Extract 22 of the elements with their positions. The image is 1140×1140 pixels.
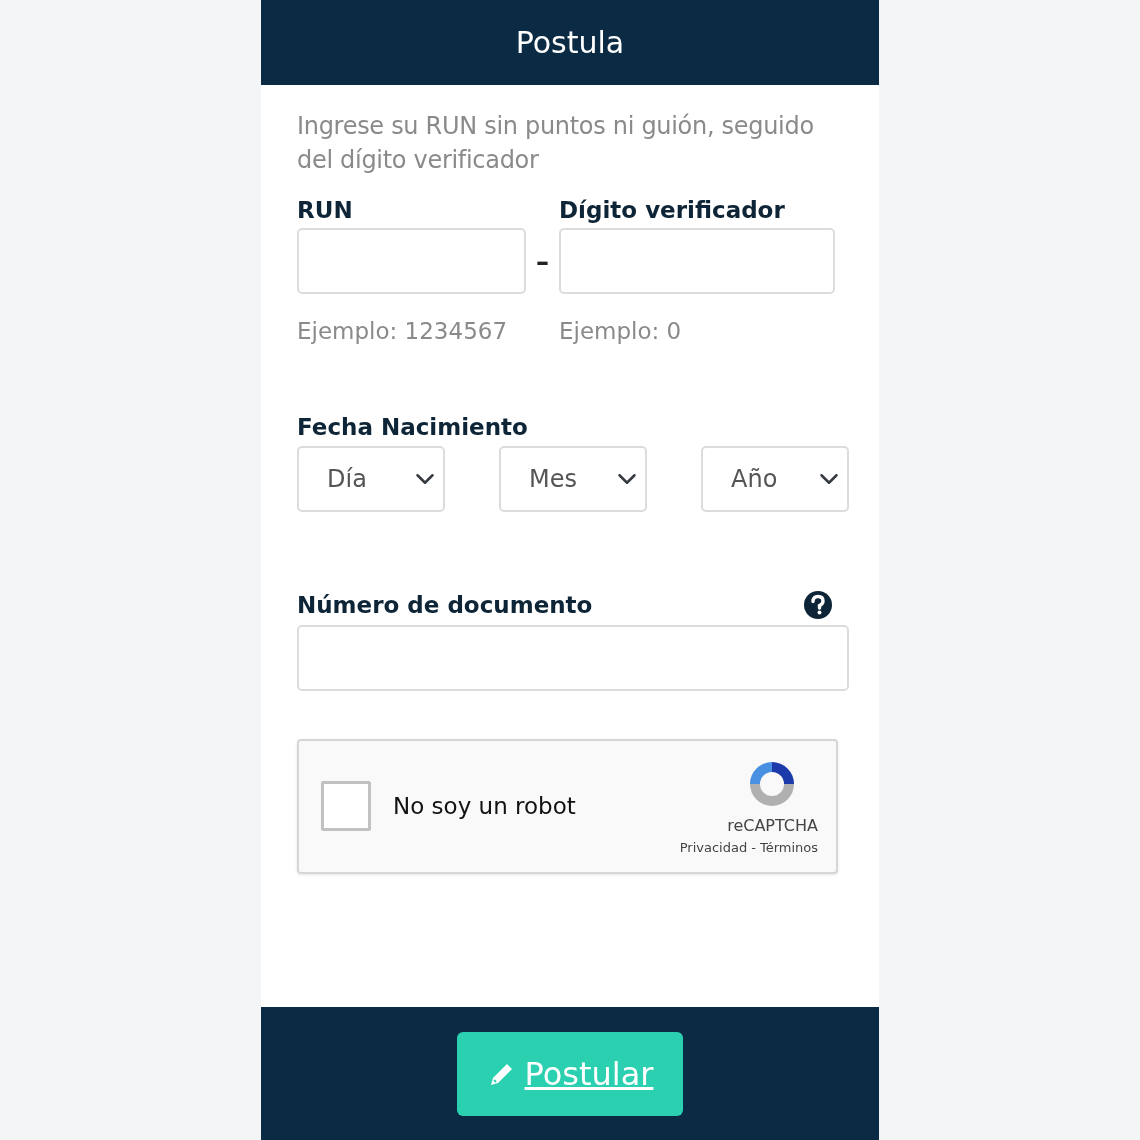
link-separator: - [751,839,756,858]
recaptcha-label: No soy un robot [393,791,576,821]
date-select[interactable]: Día [297,446,445,512]
instructions-text: Ingrese su RUN sin puntos ni guión, seguido del dígito verificador [297,111,815,176]
date-select[interactable]: Mes [499,446,647,512]
help-icon[interactable] [803,590,833,621]
recaptcha-checkbox[interactable] [321,781,371,831]
run-input[interactable] [297,227,526,294]
page-title: Postula [515,24,625,62]
example-hint: Ejemplo: 0 [559,316,682,346]
dash-separator: – [535,246,550,279]
field-label: Número de documento [297,591,593,620]
privacy-link[interactable]: Privacidad [679,838,748,858]
field-label: RUN [297,196,353,225]
terms-link[interactable]: Términos [759,838,818,858]
recaptcha-brand: reCAPTCHA [727,815,818,838]
check-digit-input[interactable] [559,227,835,294]
example-hint: Ejemplo: 1234567 [297,316,508,346]
field-label: Dígito verificador [559,196,785,225]
field-label: Fecha Nacimiento [297,412,528,442]
date-select[interactable]: Año [701,446,849,512]
document-number-input[interactable] [297,624,849,691]
